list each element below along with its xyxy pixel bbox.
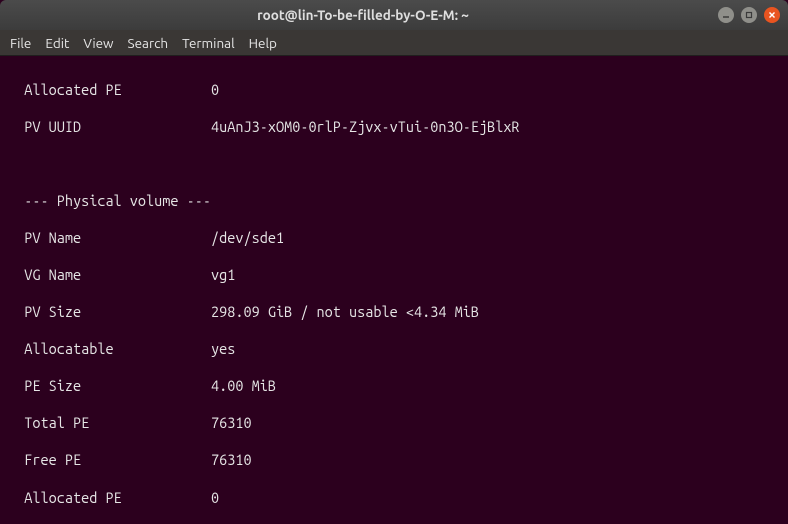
output-line: PV Size298.09 GiB / not usable <4.34 MiB [8, 303, 780, 322]
menubar[interactable]: File Edit View Search Terminal Help [0, 30, 788, 56]
output-line: Allocated PE0 [8, 81, 780, 100]
menu-search[interactable]: Search [128, 35, 169, 51]
menu-view[interactable]: View [83, 35, 113, 51]
output-line: PV UUID4uAnJ3-xOM0-0rlP-Zjvx-vTui-0n3O-E… [8, 118, 780, 137]
output-line: Allocatableyes [8, 340, 780, 359]
minimize-button[interactable] [718, 7, 734, 23]
output-line [8, 155, 780, 174]
output-line: Allocated PE0 [8, 489, 780, 508]
menu-help[interactable]: Help [249, 35, 277, 51]
output-line: Free PE76310 [8, 451, 780, 470]
output-line: PE Size4.00 MiB [8, 377, 780, 396]
window-buttons [718, 7, 780, 23]
menu-edit[interactable]: Edit [45, 35, 69, 51]
close-button[interactable] [764, 7, 780, 23]
menu-terminal[interactable]: Terminal [182, 35, 235, 51]
output-line: Total PE76310 [8, 414, 780, 433]
output-line: VG Namevg1 [8, 266, 780, 285]
output-line: --- Physical volume --- [8, 192, 780, 211]
menu-file[interactable]: File [10, 35, 31, 51]
titlebar[interactable]: root@lin-To-be-filled-by-O-E-M: ~ [0, 0, 788, 30]
terminal-window: root@lin-To-be-filled-by-O-E-M: ~ File E… [0, 0, 788, 524]
maximize-button[interactable] [741, 7, 757, 23]
output-line: PV Name/dev/sde1 [8, 229, 780, 248]
terminal-viewport[interactable]: Allocated PE0 PV UUID4uAnJ3-xOM0-0rlP-Zj… [0, 56, 788, 524]
window-title: root@lin-To-be-filled-by-O-E-M: ~ [8, 7, 718, 23]
